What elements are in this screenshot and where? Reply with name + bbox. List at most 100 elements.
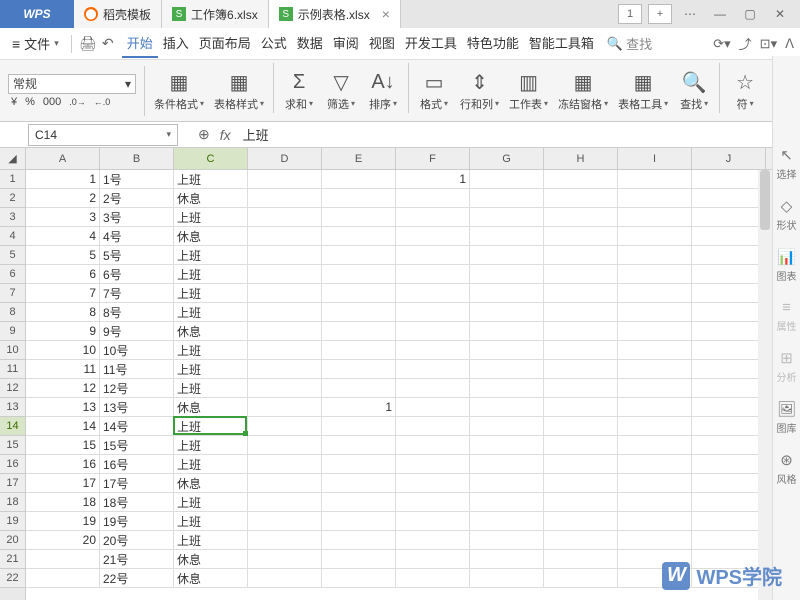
row-header[interactable]: 6 (0, 265, 25, 284)
sidepanel-形状[interactable]: ◇形状 (777, 197, 797, 232)
cell[interactable] (618, 531, 692, 550)
cell[interactable] (470, 284, 544, 303)
cell[interactable] (470, 246, 544, 265)
cell[interactable] (618, 246, 692, 265)
cell[interactable] (322, 227, 396, 246)
cell[interactable] (26, 550, 100, 569)
row-header[interactable]: 10 (0, 341, 25, 360)
cell[interactable] (692, 512, 766, 531)
cell[interactable] (396, 265, 470, 284)
zoom-icon[interactable]: ⊕ (198, 126, 210, 143)
cell[interactable] (248, 208, 322, 227)
dec-decrease-button[interactable]: ←.0 (91, 97, 114, 107)
cell[interactable] (692, 436, 766, 455)
cell[interactable] (618, 512, 692, 531)
cell[interactable] (396, 246, 470, 265)
sidepanel-风格[interactable]: ⊛风格 (777, 451, 797, 486)
cell[interactable]: 上班 (174, 531, 248, 550)
row-header[interactable]: 13 (0, 398, 25, 417)
cell[interactable] (544, 303, 618, 322)
cell[interactable] (470, 455, 544, 474)
sidepanel-图表[interactable]: 📊图表 (777, 248, 797, 283)
formula-input[interactable]: 上班 (241, 123, 800, 146)
cell[interactable]: 13号 (100, 398, 174, 417)
cell[interactable] (544, 379, 618, 398)
cell[interactable] (396, 531, 470, 550)
cell[interactable]: 16 (26, 455, 100, 474)
cell[interactable] (618, 322, 692, 341)
cell[interactable] (322, 170, 396, 189)
cell[interactable]: 16号 (100, 455, 174, 474)
cell[interactable]: 上班 (174, 455, 248, 474)
cell[interactable] (544, 550, 618, 569)
toolbar-筛选[interactable]: ▽筛选▾ (320, 63, 362, 119)
cell[interactable] (692, 246, 766, 265)
cell[interactable]: 休息 (174, 189, 248, 208)
cell[interactable]: 9 (26, 322, 100, 341)
row-header[interactable]: 3 (0, 208, 25, 227)
cell[interactable] (470, 208, 544, 227)
file-menu[interactable]: ≡ 文件 ▾ (6, 32, 65, 55)
toolbar-符[interactable]: ☆符▾ (724, 63, 766, 119)
row-header[interactable]: 18 (0, 493, 25, 512)
cell[interactable]: 7号 (100, 284, 174, 303)
toolbar-表格工具[interactable]: ▦表格工具▾ (613, 63, 673, 119)
vertical-scrollbar[interactable] (758, 170, 772, 600)
row-header[interactable]: 21 (0, 550, 25, 569)
cell[interactable] (544, 208, 618, 227)
cell[interactable] (248, 398, 322, 417)
ribbon-tab-9[interactable]: 智能工具箱 (524, 29, 599, 58)
cell[interactable]: 休息 (174, 398, 248, 417)
ribbon-tab-5[interactable]: 审阅 (328, 29, 364, 58)
toolbar-求和[interactable]: Σ求和▾ (278, 63, 320, 119)
row-header[interactable]: 19 (0, 512, 25, 531)
cell[interactable] (470, 379, 544, 398)
cell[interactable]: 2号 (100, 189, 174, 208)
cell[interactable] (248, 341, 322, 360)
cell[interactable] (692, 341, 766, 360)
col-header[interactable]: E (322, 148, 396, 169)
cell[interactable]: 11 (26, 360, 100, 379)
collapse-ribbon-icon[interactable]: ᐱ (785, 36, 794, 52)
cell[interactable]: 1 (322, 398, 396, 417)
wps-home-tab[interactable]: WPS (0, 0, 74, 28)
cell[interactable] (248, 322, 322, 341)
cell[interactable]: 上班 (174, 512, 248, 531)
cell[interactable] (618, 303, 692, 322)
window-icon[interactable]: ⊡▾ (760, 36, 777, 52)
cell[interactable] (470, 189, 544, 208)
cell[interactable] (322, 208, 396, 227)
cell[interactable] (322, 493, 396, 512)
cell[interactable]: 1号 (100, 170, 174, 189)
cell[interactable] (692, 379, 766, 398)
cell[interactable] (248, 170, 322, 189)
search-command[interactable]: 🔍 查找 (607, 34, 652, 53)
cell[interactable]: 8 (26, 303, 100, 322)
cell[interactable]: 5号 (100, 246, 174, 265)
row-header[interactable]: 4 (0, 227, 25, 246)
toolbar-查找[interactable]: 🔍查找▾ (673, 63, 715, 119)
cell[interactable] (322, 284, 396, 303)
cell[interactable] (692, 170, 766, 189)
cell[interactable]: 上班 (174, 303, 248, 322)
cell[interactable] (396, 417, 470, 436)
cell[interactable] (544, 322, 618, 341)
cell[interactable] (322, 569, 396, 588)
cell[interactable]: 7 (26, 284, 100, 303)
cell[interactable] (618, 360, 692, 379)
cell[interactable] (692, 417, 766, 436)
undo-icon[interactable]: ↶ (98, 35, 118, 52)
cell[interactable] (470, 341, 544, 360)
cell[interactable] (544, 531, 618, 550)
cell[interactable] (470, 474, 544, 493)
cell[interactable] (470, 303, 544, 322)
cell[interactable] (396, 550, 470, 569)
cell[interactable] (618, 284, 692, 303)
cell[interactable] (618, 417, 692, 436)
cell[interactable] (396, 398, 470, 417)
cell[interactable]: 15 (26, 436, 100, 455)
row-header[interactable]: 12 (0, 379, 25, 398)
currency-button[interactable]: ¥ (8, 96, 20, 108)
cell[interactable] (618, 265, 692, 284)
cell[interactable] (470, 569, 544, 588)
